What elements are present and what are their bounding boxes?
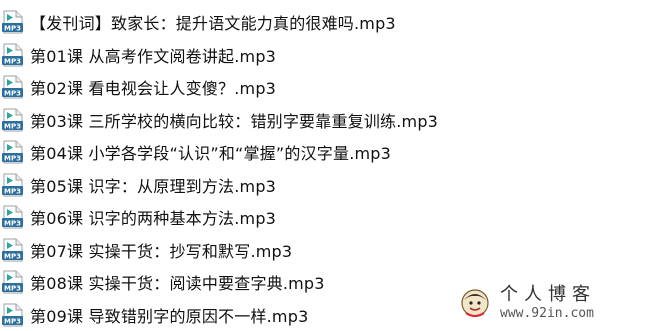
file-row[interactable]: MP3 第06课 识字的两种基本方法.mp3 (0, 201, 658, 234)
blog-watermark: 个人博客 www.92in.com (456, 283, 652, 323)
mp3-file-icon: MP3 (2, 205, 24, 229)
file-row[interactable]: MP3 第01课 从高考作文阅卷讲起.mp3 (0, 39, 658, 72)
file-name: 第04课 小学各学段“认识”和“掌握”的汉字量.mp3 (30, 140, 391, 164)
file-name: 第03课 三所学校的横向比较：错别字要靠重复训练.mp3 (30, 108, 438, 132)
file-name: 【发刊词】致家长：提升语文能力真的很难吗.mp3 (30, 10, 396, 34)
file-name: 第02课 看电视会让人变傻？.mp3 (30, 75, 276, 99)
watermark-title: 个人博客 (500, 286, 596, 304)
mp3-file-icon: MP3 (2, 173, 24, 197)
file-row[interactable]: MP3 第04课 小学各学段“认识”和“掌握”的汉字量.mp3 (0, 136, 658, 169)
file-name: 第07课 实操干货：抄写和默写.mp3 (30, 238, 292, 262)
svg-text:MP3: MP3 (4, 317, 21, 325)
svg-text:MP3: MP3 (4, 57, 21, 65)
file-name: 第08课 实操干货：阅读中要查字典.mp3 (30, 270, 325, 294)
svg-text:MP3: MP3 (4, 252, 21, 260)
svg-text:MP3: MP3 (4, 155, 21, 163)
svg-text:MP3: MP3 (4, 25, 21, 33)
mp3-file-icon: MP3 (2, 75, 24, 99)
svg-text:MP3: MP3 (4, 187, 21, 195)
svg-text:MP3: MP3 (4, 285, 21, 293)
mp3-file-icon: MP3 (2, 270, 24, 294)
mp3-file-icon: MP3 (2, 43, 24, 67)
mp3-file-icon: MP3 (2, 303, 24, 327)
watermark-url: www.92in.com (500, 307, 596, 320)
file-name: 第05课 识字：从原理到方法.mp3 (30, 173, 276, 197)
mp3-file-icon: MP3 (2, 108, 24, 132)
file-row[interactable]: MP3 【发刊词】致家长：提升语文能力真的很难吗.mp3 (0, 6, 658, 39)
file-row[interactable]: MP3 第02课 看电视会让人变傻？.mp3 (0, 71, 658, 104)
file-row[interactable]: MP3 第05课 识字：从原理到方法.mp3 (0, 169, 658, 202)
avatar-icon (460, 288, 490, 318)
svg-text:MP3: MP3 (4, 122, 21, 130)
mp3-file-icon: MP3 (2, 238, 24, 262)
file-name: 第09课 导致错别字的原因不一样.mp3 (30, 303, 308, 327)
mp3-file-icon: MP3 (2, 10, 24, 34)
file-list: MP3 【发刊词】致家长：提升语文能力真的很难吗.mp3 MP3 第01课 从高… (0, 6, 658, 327)
file-row[interactable]: MP3 第07课 实操干货：抄写和默写.mp3 (0, 234, 658, 267)
mp3-file-icon: MP3 (2, 140, 24, 164)
svg-text:MP3: MP3 (4, 220, 21, 228)
file-name: 第01课 从高考作文阅卷讲起.mp3 (30, 43, 276, 67)
file-row[interactable]: MP3 第03课 三所学校的横向比较：错别字要靠重复训练.mp3 (0, 104, 658, 137)
svg-text:MP3: MP3 (4, 90, 21, 98)
file-name: 第06课 识字的两种基本方法.mp3 (30, 205, 276, 229)
